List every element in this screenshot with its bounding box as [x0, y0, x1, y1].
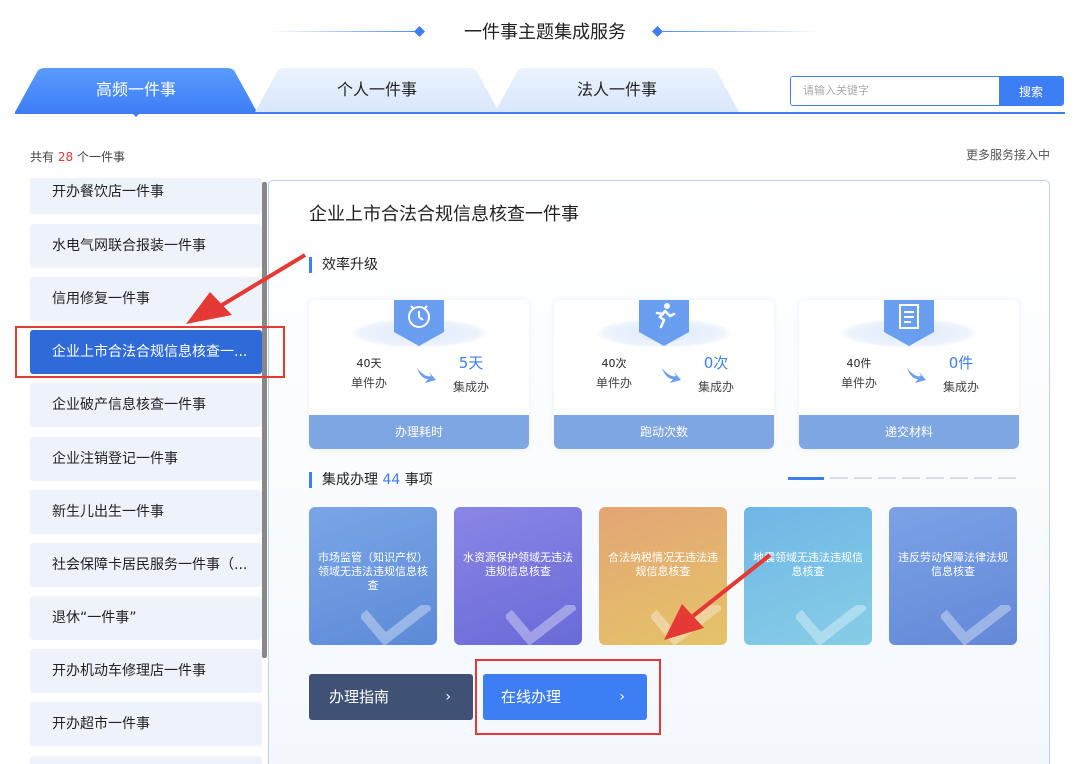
new-label: 集成办: [942, 380, 979, 394]
header-title-bar: 一件事主题集成服务: [0, 14, 1080, 50]
service-item-card[interactable]: 市场监管（知识产权）领域无违法违规信息核查: [309, 507, 437, 645]
efficiency-section-title: 效率升级: [309, 257, 378, 273]
detail-title: 企业上市合法合规信息核查一件事: [309, 204, 579, 225]
service-item-label: 水资源保护领域无违法违规信息核查: [463, 551, 573, 578]
card-footer: 递交材料: [799, 415, 1019, 449]
old-value: 40次: [601, 357, 627, 370]
check-icon: [941, 605, 1011, 645]
integrated-count: 44: [382, 472, 401, 488]
integrated-suffix: 事项: [404, 472, 433, 488]
pager-dot[interactable]: [854, 477, 872, 479]
count-suffix: 个一件事: [76, 150, 125, 164]
running-icon: [639, 300, 689, 346]
document-icon: [884, 300, 934, 346]
service-item-card[interactable]: 水资源保护领域无违法违规信息核查: [454, 507, 582, 645]
sidebar-item[interactable]: 开办餐饮店一件事: [30, 178, 262, 214]
search-input[interactable]: [791, 77, 999, 105]
annotation-highlight-box: [475, 659, 661, 735]
service-item-label: 合法纳税情况无违法违规信息核查: [608, 551, 718, 578]
pager-dot[interactable]: [974, 477, 992, 479]
tab-high-frequency[interactable]: 高频一件事: [15, 68, 257, 112]
pager-dot[interactable]: [902, 477, 920, 479]
service-item-card[interactable]: 违反劳动保障法律法规信息核查: [889, 507, 1017, 645]
sidebar-item[interactable]: 企业破产信息核查一件事: [30, 383, 262, 427]
tab-label: 个人一件事: [336, 80, 417, 99]
sidebar: 开办餐饮店一件事 水电气网联合报装一件事 信用修复一件事 企业上市合法合规信息核…: [30, 178, 262, 764]
search-box: 搜索: [790, 76, 1064, 106]
pager-dot[interactable]: [830, 477, 848, 479]
clock-icon: [394, 300, 444, 346]
sidebar-item[interactable]: 企业注销登记一件事: [30, 437, 262, 481]
sidebar-item[interactable]: 新生儿出生一件事: [30, 490, 262, 534]
count-number: 28: [57, 150, 74, 164]
check-icon: [361, 605, 431, 645]
page: { "header": { "title": "一件事主题集成服务" }, "t…: [0, 0, 1080, 764]
pager-dot[interactable]: [950, 477, 968, 479]
integrated-section-title: 集成办理 44 事项: [309, 472, 433, 488]
arrow-down-right-icon: [417, 368, 436, 383]
pager-dot[interactable]: [926, 477, 944, 479]
item-count: 共有 28 个一件事: [30, 148, 125, 165]
service-item-label: 市场监管（知识产权）领域无违法违规信息核查: [318, 551, 428, 592]
efficiency-card-materials: 40件 单件办 0件 集成办 递交材料: [799, 300, 1019, 449]
efficiency-card-visits: 40次 单件办 0次 集成办 跑动次数: [554, 300, 774, 449]
card-footer: 办理耗时: [309, 415, 529, 449]
pager-dot[interactable]: [998, 477, 1016, 479]
card-footer: 跑动次数: [554, 415, 774, 449]
sidebar-item[interactable]: 信用修复一件事: [30, 277, 262, 321]
old-label: 单件办: [350, 376, 387, 390]
sidebar-item[interactable]: 水电气网联合报装一件事: [30, 224, 262, 268]
service-item-card[interactable]: 合法纳税情况无违法违规信息核查: [599, 507, 727, 645]
old-value: 40件: [846, 357, 872, 370]
check-icon: [796, 605, 866, 645]
sidebar-item[interactable]: 开办机动车修理店一件事: [30, 649, 262, 693]
service-item-label: 地震领域无违法违规信息核查: [753, 551, 863, 578]
old-label: 单件办: [840, 376, 877, 390]
guide-button-label: 办理指南: [329, 688, 390, 706]
pager-dot[interactable]: [878, 477, 896, 479]
diamond-icon: [414, 26, 425, 37]
sidebar-item[interactable]: 退休“一件事”: [30, 596, 262, 640]
sidebar-item[interactable]: [30, 756, 262, 764]
page-title: 一件事主题集成服务: [464, 22, 626, 43]
new-label: 集成办: [452, 380, 489, 394]
tab-personal[interactable]: 个人一件事: [255, 68, 499, 112]
more-services-text: 更多服务接入中: [965, 148, 1050, 162]
category-tabs: 高频一件事 个人一件事 法人一件事: [15, 68, 750, 117]
integrated-prefix: 集成办理: [322, 472, 378, 488]
annotation-highlight-box: [15, 326, 285, 378]
old-label: 单件办: [595, 376, 632, 390]
arrow-down-right-icon: [662, 368, 681, 383]
new-value: 0次: [703, 354, 729, 372]
tabs-underline: [15, 112, 1065, 114]
header-right-line: [660, 31, 820, 32]
arrow-down-right-icon: [907, 368, 926, 383]
check-icon: [506, 605, 576, 645]
check-icon: [651, 605, 721, 645]
pager-dot-active[interactable]: [788, 477, 824, 480]
old-value: 40天: [356, 357, 382, 370]
sidebar-scrollbar[interactable]: [262, 182, 267, 658]
sidebar-item[interactable]: 社会保障卡居民服务一件事（...: [30, 543, 262, 587]
service-item-card[interactable]: 地震领域无违法违规信息核查: [744, 507, 872, 645]
count-prefix: 共有: [30, 150, 55, 164]
guide-button[interactable]: 办理指南 ›: [309, 674, 473, 720]
service-item-label: 违反劳动保障法律法规信息核查: [898, 551, 1008, 578]
sidebar-item[interactable]: 开办超市一件事: [30, 702, 262, 746]
search-button[interactable]: 搜索: [999, 77, 1063, 105]
new-value: 0件: [948, 354, 974, 372]
tab-label: 高频一件事: [95, 80, 176, 99]
new-label: 集成办: [697, 380, 734, 394]
chevron-right-icon: ›: [445, 689, 451, 705]
new-value: 5天: [458, 354, 484, 372]
tab-legal-entity[interactable]: 法人一件事: [495, 68, 739, 112]
efficiency-card-time: 40天 单件办 5天 集成办 办理耗时: [309, 300, 529, 449]
header-left-line: [268, 31, 418, 32]
tab-label: 法人一件事: [576, 80, 657, 99]
